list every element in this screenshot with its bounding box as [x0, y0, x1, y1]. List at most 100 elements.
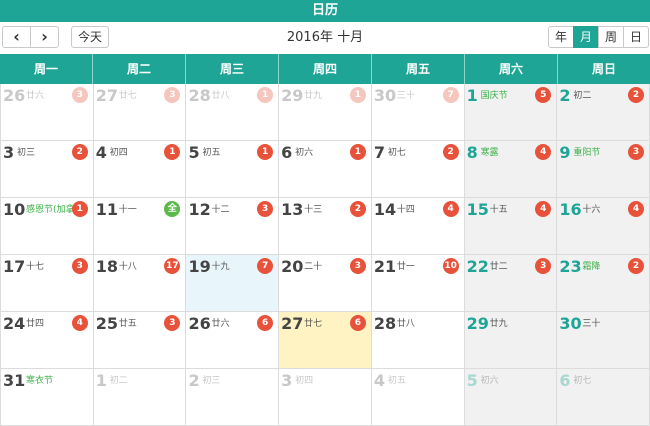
event-count-badge: 17	[164, 258, 181, 274]
view-year-button[interactable]: 年	[548, 26, 574, 48]
view-switcher: 年 月 周 日	[548, 26, 649, 48]
month-grid: 周一 周二 周三 周四 周五 周六 周日 26 廿六 3 27 廿七 3 28 廿八 1 29 廿九…	[0, 54, 650, 426]
event-count-badge: 3	[257, 201, 274, 217]
lunar-date: 十二	[211, 205, 230, 215]
day-number: 12	[188, 200, 211, 219]
event-count-badge: 1	[71, 201, 88, 217]
view-day-button[interactable]: 日	[623, 26, 649, 48]
next-month-button[interactable]: ›	[30, 26, 59, 48]
day-number: 11	[95, 200, 118, 219]
day-cell[interactable]: 12 十二 3	[186, 198, 280, 255]
lunar-date: 十五	[489, 205, 508, 215]
day-cell[interactable]: 13 十三 2	[279, 198, 372, 255]
day-number: 25	[95, 314, 118, 333]
event-count-badge: 2	[349, 201, 366, 217]
day-number: 20	[281, 257, 304, 276]
day-cell[interactable]: 20 二十 3	[279, 255, 372, 312]
day-cell[interactable]: 3 初三 2	[0, 141, 94, 198]
day-number: 31	[3, 371, 26, 390]
weekday-label: 周五	[372, 54, 465, 84]
calendar-toolbar: ‹ › 今天 2016年 十月 年 月 周 日	[0, 22, 650, 54]
day-number: 6	[559, 371, 571, 390]
day-number: 24	[3, 314, 26, 333]
day-cell[interactable]: 1 国庆节 5	[464, 84, 558, 141]
lunar-date: 初二	[109, 376, 128, 386]
day-cell[interactable]: 3 初四	[279, 369, 372, 426]
week-row: 31 寒衣节 1 初二 2 初三 3 初四 4 初五 5 初六 6 初七	[0, 369, 650, 426]
day-cell[interactable]: 29 廿九 1	[279, 84, 372, 141]
day-cell[interactable]: 10 感恩节(加拿 1	[0, 198, 94, 255]
day-cell[interactable]: 17 十七 3	[0, 255, 94, 312]
view-month-button[interactable]: 月	[573, 26, 599, 48]
day-cell[interactable]: 30 三十 7	[371, 84, 465, 141]
event-count-badge: 4	[535, 144, 552, 160]
day-cell[interactable]: 1 初二	[93, 369, 187, 426]
day-cell[interactable]: 23 霜降 2	[557, 255, 650, 312]
day-number: 28	[188, 86, 211, 105]
event-count-badge: 3	[164, 87, 181, 103]
day-number: 22	[466, 257, 489, 276]
event-count-badge: 全	[164, 201, 181, 217]
day-cell[interactable]: 27 廿七 3	[93, 84, 187, 141]
event-count-badge: 5	[535, 87, 552, 103]
lunar-date: 十四	[396, 205, 415, 215]
day-number: 27	[95, 86, 118, 105]
lunar-date: 十八	[118, 262, 137, 272]
lunar-date: 十一	[118, 205, 137, 215]
day-cell[interactable]: 5 初六	[464, 369, 558, 426]
day-number: 14	[373, 200, 397, 219]
day-cell[interactable]: 19 十九 7	[186, 255, 280, 312]
day-cell[interactable]: 9 重阳节 3	[557, 141, 650, 198]
lunar-date: 初七	[387, 148, 406, 158]
week-row: 3 初三 2 4 初四 1 5 初五 1 6 初六 1 7 初七 2 8 寒露 4 9 重阳节 3	[0, 141, 650, 198]
week-row: 17 十七 3 18 十八 17 19 十九 7 20 二十 3 21 廿一 10 22 廿二 3 23 霜降 2	[0, 255, 650, 312]
event-count-badge: 3	[628, 144, 645, 160]
day-cell[interactable]: 26 廿六 3	[0, 84, 94, 141]
day-number: 1	[95, 371, 107, 390]
day-cell[interactable]: 26 廿六 6	[186, 312, 280, 369]
day-cell[interactable]: 5 初五 1	[186, 141, 280, 198]
day-cell[interactable]: 8 寒露 4	[464, 141, 558, 198]
day-number: 4	[373, 371, 386, 390]
event-count-badge: 2	[628, 87, 645, 103]
day-cell[interactable]: 25 廿五 3	[93, 312, 187, 369]
chevron-left-icon: ‹	[13, 27, 20, 46]
day-cell[interactable]: 30 三十	[557, 312, 650, 369]
day-cell[interactable]: 28 廿八 1	[186, 84, 280, 141]
day-number: 19	[188, 257, 211, 276]
day-cell[interactable]: 18 十八 17	[93, 255, 187, 312]
lunar-date: 廿九	[489, 319, 508, 329]
today-button[interactable]: 今天	[71, 26, 109, 48]
day-cell[interactable]: 31 寒衣节	[0, 369, 94, 426]
day-cell[interactable]: 2 初二 2	[557, 84, 650, 141]
day-cell[interactable]: 6 初六 1	[279, 141, 372, 198]
day-cell[interactable]: 6 初七	[557, 369, 650, 426]
holiday-label: 感恩节(加拿	[26, 205, 75, 215]
day-cell[interactable]: 28 廿八	[371, 312, 465, 369]
view-week-button[interactable]: 周	[598, 26, 624, 48]
day-cell[interactable]: 4 初四 1	[93, 141, 187, 198]
prev-month-button[interactable]: ‹	[2, 26, 31, 48]
day-cell[interactable]: 4 初五	[371, 369, 465, 426]
lunar-date: 廿二	[489, 262, 508, 272]
day-cell[interactable]: 15 十五 4	[464, 198, 558, 255]
day-cell[interactable]: 21 廿一 10	[371, 255, 465, 312]
day-cell[interactable]: 27 廿七 6	[279, 312, 372, 369]
lunar-date: 初七	[573, 376, 592, 386]
event-count-badge: 7	[442, 87, 459, 103]
day-cell[interactable]: 24 廿四 4	[0, 312, 94, 369]
event-count-badge: 6	[257, 315, 274, 331]
day-cell[interactable]: 22 廿二 3	[464, 255, 558, 312]
lunar-date: 初四	[295, 376, 314, 386]
day-cell[interactable]: 2 初三	[186, 369, 280, 426]
lunar-date: 初三	[17, 148, 36, 158]
day-cell[interactable]: 7 初七 2	[371, 141, 465, 198]
day-cell[interactable]: 16 十六 4	[557, 198, 650, 255]
day-number: 4	[95, 143, 107, 162]
day-cell[interactable]: 29 廿九	[464, 312, 558, 369]
lunar-date: 初六	[480, 376, 499, 386]
lunar-date: 廿七	[304, 319, 323, 329]
day-cell[interactable]: 14 十四 4	[371, 198, 465, 255]
day-cell[interactable]: 11 十一 全	[93, 198, 187, 255]
day-number: 28	[373, 314, 397, 333]
